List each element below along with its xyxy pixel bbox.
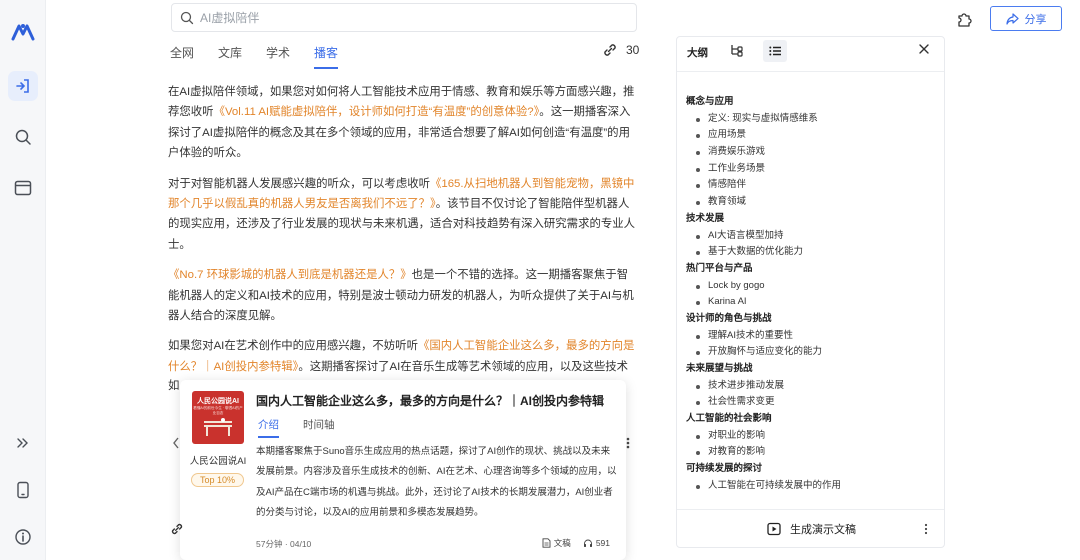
hidden-action-icon[interactable] bbox=[172, 436, 180, 449]
expand-sidebar-icon[interactable] bbox=[11, 431, 35, 455]
source-link-count[interactable]: 30 bbox=[602, 42, 639, 58]
tab-timeline[interactable]: 时间轴 bbox=[303, 417, 335, 438]
outline-item[interactable]: 理解AI技术的重要性 bbox=[686, 328, 941, 345]
outline-section[interactable]: 人工智能的社会影响 bbox=[686, 411, 941, 428]
link-icon bbox=[604, 44, 616, 56]
outline-title: 大纲 bbox=[687, 47, 708, 59]
podcast-link-no7[interactable]: 《No.7 环球影城的机器人到底是机器还是人？》 bbox=[168, 269, 412, 281]
podcast-name[interactable]: 人民公园说AI bbox=[188, 453, 248, 467]
panel-icon[interactable] bbox=[11, 176, 35, 200]
outline-item[interactable]: 开放胸怀与适应变化的能力 bbox=[686, 344, 941, 361]
outline-item[interactable]: 对职业的影响 bbox=[686, 428, 941, 445]
outline-item[interactable]: 定义: 现实与虚拟情感维系 bbox=[686, 111, 941, 128]
outline-section[interactable]: 未来展望与挑战 bbox=[686, 361, 941, 378]
outline-header: 大纲 bbox=[677, 37, 944, 72]
search-icon bbox=[180, 11, 194, 24]
tab-podcast[interactable]: 播客 bbox=[314, 44, 339, 69]
list-view-toggle[interactable] bbox=[763, 40, 787, 62]
outline-section[interactable]: 热门平台与产品 bbox=[686, 261, 941, 278]
app-logo-icon[interactable] bbox=[11, 20, 35, 44]
document-icon bbox=[542, 538, 551, 548]
plugin-puzzle-icon[interactable] bbox=[955, 9, 975, 29]
outline-item[interactable]: 消费娱乐游戏 bbox=[686, 144, 941, 161]
outline-item[interactable]: 技术进步推动发展 bbox=[686, 378, 941, 395]
outline-item[interactable]: 应用场景 bbox=[686, 127, 941, 144]
source-tabs: 全网 文库 学术 播客 bbox=[170, 44, 362, 69]
outline-item[interactable]: Karina AI bbox=[686, 294, 941, 311]
presentation-play-icon bbox=[767, 522, 781, 536]
headphones-icon bbox=[583, 539, 592, 547]
paragraph-2: 对于对智能机器人发展感兴趣的听众，可以考虑收听《165.从扫地机器人到智能宠物，… bbox=[168, 174, 638, 256]
outline-section[interactable]: 设计师的角色与挑战 bbox=[686, 311, 941, 328]
answer-article: 在AI虚拟陪伴领域，如果您对如何将人工智能技术应用于情感、教育和娱乐等方面感兴趣… bbox=[168, 82, 638, 387]
left-rail bbox=[0, 0, 46, 560]
text: 如果您对AI在艺术创作中的应用感兴趣，不妨听听 bbox=[168, 340, 418, 353]
outline-tree: 概念与应用 定义: 现实与虚拟情感维系 应用场景 消费娱乐游戏 工作业务场景 情… bbox=[686, 94, 941, 495]
rank-badge: Top 10% bbox=[191, 473, 244, 487]
outline-item[interactable]: Lock by gogo bbox=[686, 278, 941, 295]
tab-web[interactable]: 全网 bbox=[170, 44, 194, 69]
tab-intro[interactable]: 介绍 bbox=[258, 417, 279, 438]
paragraph-1: 在AI虚拟陪伴领域，如果您对如何将人工智能技术应用于情感、教育和娱乐等方面感兴趣… bbox=[168, 82, 638, 164]
tab-academic[interactable]: 学术 bbox=[266, 44, 290, 69]
list-icon bbox=[769, 46, 781, 56]
cover-subtitle: 看懂AI的前世今生 · 聊透AI的产业百态 bbox=[193, 406, 243, 415]
mindmap-view-icon[interactable] bbox=[729, 43, 743, 57]
generate-presentation-button[interactable]: 生成演示文稿 bbox=[767, 521, 856, 537]
paragraph-4: 如果您对AI在艺术创作中的应用感兴趣，不妨听听《国内人工智能企业这么多，最多的方… bbox=[168, 336, 638, 377]
outline-item[interactable]: 人工智能在可持续发展中的作用 bbox=[686, 478, 941, 495]
outline-item[interactable]: 基于大数据的优化能力 bbox=[686, 244, 941, 261]
transcript-label: 文稿 bbox=[553, 538, 571, 548]
outline-section[interactable]: 技术发展 bbox=[686, 211, 941, 228]
episode-stats: 文稿 591 bbox=[542, 537, 610, 549]
outline-item[interactable]: 工作业务场景 bbox=[686, 161, 941, 178]
podcast-link-vol11[interactable]: 《Vol.11 AI赋能虚拟陪伴，设计师如何打造“有温度”的创意体验?》 bbox=[214, 106, 540, 118]
more-options-icon[interactable] bbox=[924, 523, 928, 535]
listen-count: 591 bbox=[583, 538, 610, 548]
outline-section[interactable]: 可持续发展的探讨 bbox=[686, 461, 941, 478]
episode-tabs: 介绍 时间轴 bbox=[258, 417, 359, 438]
more-options-icon[interactable] bbox=[625, 436, 631, 450]
link-icon[interactable] bbox=[170, 521, 184, 537]
episode-meta: 57分钟 · 04/10 bbox=[256, 539, 312, 549]
episode-description: 本期播客聚焦于Suno音乐生成应用的热点话题，探讨了AI创作的现状、挑战以及未来… bbox=[256, 446, 617, 518]
bench-icon bbox=[204, 418, 232, 436]
outline-item[interactable]: 教育领域 bbox=[686, 194, 941, 211]
text: 。这期播客探讨了AI在音乐生成等艺术领域的应用，以及这些技术 bbox=[298, 360, 629, 373]
info-icon[interactable] bbox=[11, 525, 35, 549]
outline-section[interactable]: 概念与应用 bbox=[686, 94, 941, 111]
share-button[interactable]: 分享 bbox=[990, 6, 1062, 31]
close-icon[interactable] bbox=[918, 43, 930, 55]
paragraph-3: 《No.7 环球影城的机器人到底是机器还是人？》也是一个不错的选择。这一期播客聚… bbox=[168, 265, 638, 326]
outline-item[interactable]: 社会性需求变更 bbox=[686, 394, 941, 411]
outline-footer: 生成演示文稿 bbox=[677, 509, 944, 547]
tab-library[interactable]: 文库 bbox=[218, 44, 242, 69]
text: 对于对智能机器人发展感兴趣的听众，可以考虑收听 bbox=[168, 177, 430, 190]
share-label: 分享 bbox=[1024, 13, 1047, 26]
cover-title: 人民公园说AI bbox=[197, 398, 239, 405]
outline-item[interactable]: AI大语言模型加持 bbox=[686, 228, 941, 245]
search-input[interactable] bbox=[200, 10, 600, 25]
podcast-preview-card[interactable]: 人民公园说AI 看懂AI的前世今生 · 聊透AI的产业百态 人民公园说AI To… bbox=[180, 380, 626, 560]
episode-title[interactable]: 国内人工智能企业这么多，最多的方向是什么？｜AI创投内参特辑 bbox=[256, 392, 604, 409]
transcript-button[interactable]: 文稿 bbox=[542, 537, 571, 549]
share-icon bbox=[1005, 12, 1019, 25]
mobile-device-icon[interactable] bbox=[11, 478, 35, 502]
search-icon[interactable] bbox=[11, 125, 35, 149]
login-icon[interactable] bbox=[8, 71, 38, 101]
podcast-cover[interactable]: 人民公园说AI 看懂AI的前世今生 · 聊透AI的产业百态 bbox=[192, 391, 244, 444]
generate-presentation-label: 生成演示文稿 bbox=[790, 524, 856, 536]
outline-item[interactable]: 对教育的影响 bbox=[686, 444, 941, 461]
outline-item[interactable]: 情感陪伴 bbox=[686, 177, 941, 194]
search-bar[interactable] bbox=[171, 3, 637, 32]
outline-panel: 大纲 概念与应用 定义: 现实与虚拟情感维系 应用场景 消费娱乐游戏 工作业务场… bbox=[676, 36, 945, 548]
link-count-value: 30 bbox=[626, 43, 640, 57]
listen-count-value: 591 bbox=[595, 538, 610, 548]
